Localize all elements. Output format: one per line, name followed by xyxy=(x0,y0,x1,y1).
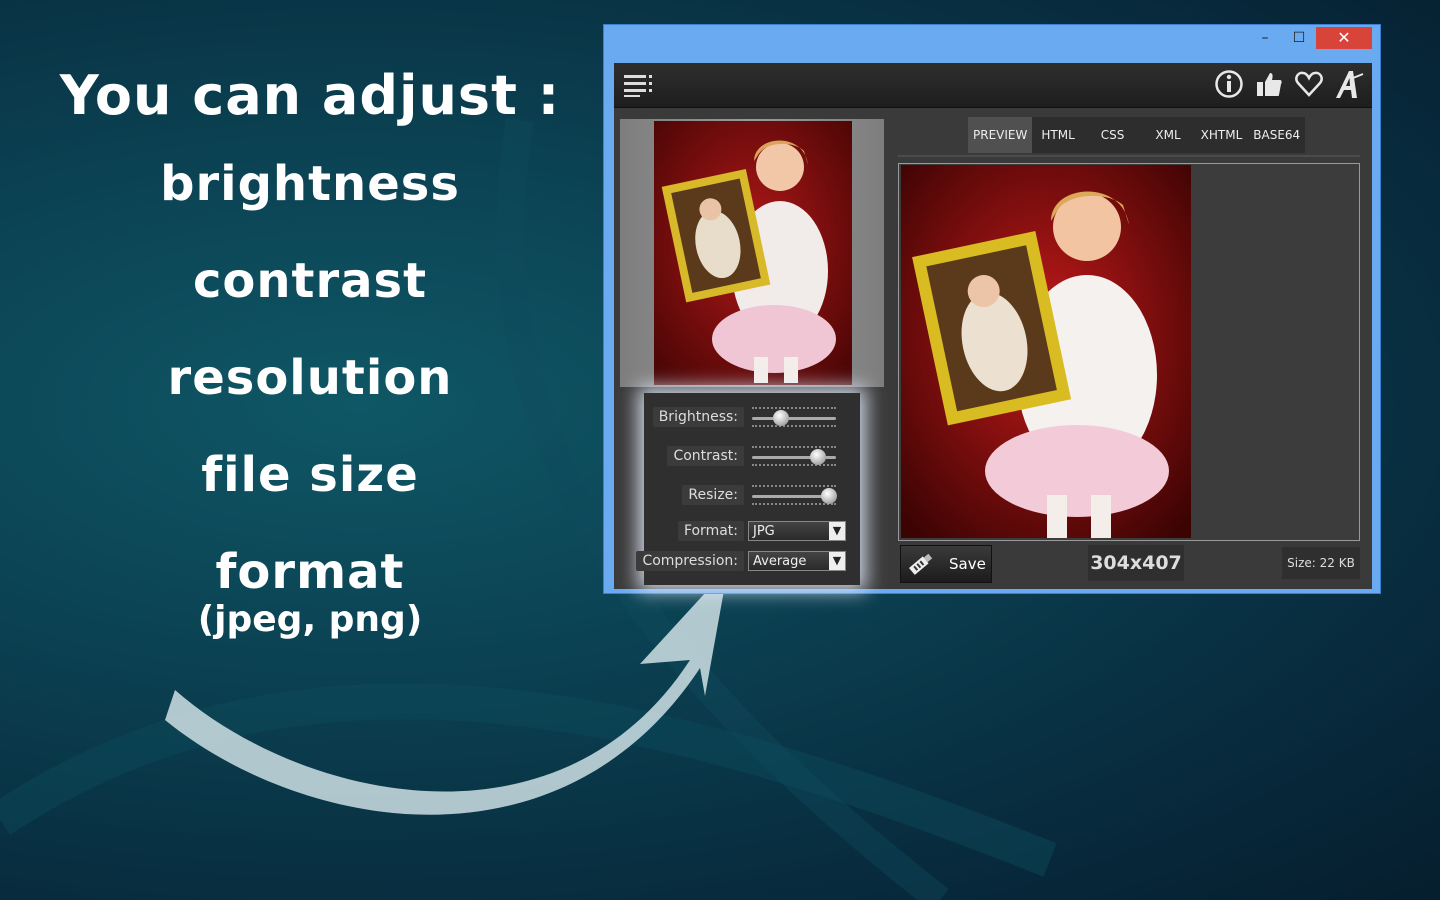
minimize-button[interactable]: – xyxy=(1252,27,1278,49)
compression-select[interactable]: Average ▼ xyxy=(748,551,846,571)
promo-text: You can adjust : brightness contrast res… xyxy=(40,60,580,638)
brightness-slider-knob[interactable] xyxy=(773,410,790,426)
tab-preview[interactable]: PREVIEW xyxy=(968,117,1033,153)
promo-item-resolution: resolution xyxy=(167,350,453,406)
menu-icon[interactable] xyxy=(622,71,654,99)
promo-item-format: format xyxy=(215,544,405,600)
title-bar: – ☐ ✕ xyxy=(604,25,1380,63)
tab-css[interactable]: CSS xyxy=(1086,117,1145,153)
contrast-row: Contrast: xyxy=(644,442,860,472)
chevron-down-icon[interactable]: ▼ xyxy=(829,552,845,570)
brightness-row: Brightness: xyxy=(644,403,860,433)
tab-xml[interactable]: XML xyxy=(1144,117,1194,153)
preview-pane xyxy=(898,163,1360,541)
chevron-down-icon[interactable]: ▼ xyxy=(829,522,845,540)
tab-xhtml[interactable]: XHTML xyxy=(1195,117,1249,153)
save-button[interactable]: Save xyxy=(900,545,992,583)
brightness-label: Brightness: xyxy=(652,407,744,427)
contrast-slider-knob[interactable] xyxy=(809,449,826,465)
tab-html[interactable]: HTML xyxy=(1032,117,1085,153)
format-row: Format: JPG ▼ xyxy=(644,517,860,547)
output-tabs: PREVIEW HTML CSS XML XHTML BASE64 xyxy=(968,117,1306,153)
compression-select-value: Average xyxy=(753,554,807,569)
format-select[interactable]: JPG ▼ xyxy=(748,521,846,541)
preview-image xyxy=(901,165,1191,538)
promo-item-contrast: contrast xyxy=(192,253,428,309)
contrast-slider[interactable] xyxy=(752,446,836,466)
maximize-button[interactable]: ☐ xyxy=(1286,27,1312,49)
close-button[interactable]: ✕ xyxy=(1316,27,1372,49)
toolbar-icons xyxy=(1212,67,1366,101)
info-icon[interactable] xyxy=(1212,67,1246,101)
brightness-slider[interactable] xyxy=(752,407,836,427)
promo-item-file-size: file size xyxy=(201,447,419,503)
source-thumbnail-image[interactable] xyxy=(654,121,852,385)
resize-slider-knob[interactable] xyxy=(821,488,838,504)
promo-item-brightness: brightness xyxy=(160,156,460,212)
app-toolbar xyxy=(614,63,1372,108)
resize-slider[interactable] xyxy=(752,485,838,505)
contrast-label: Contrast: xyxy=(667,446,744,466)
app-window: – ☐ ✕ Brightness: Contrast: Resize: Form… xyxy=(604,25,1380,593)
source-thumbnail-frame xyxy=(620,119,884,387)
app-client-area: Brightness: Contrast: Resize: Format: JP… xyxy=(614,63,1372,589)
format-label: Format: xyxy=(677,521,744,541)
resize-label: Resize: xyxy=(682,485,744,505)
image-dimensions: 304x407 xyxy=(1088,545,1184,581)
format-select-value: JPG xyxy=(753,524,775,539)
compression-label: Compression: xyxy=(636,551,744,571)
file-size-label: Size: 22 KB xyxy=(1282,547,1360,579)
font-icon[interactable] xyxy=(1332,67,1366,101)
tab-base64[interactable]: BASE64 xyxy=(1248,117,1305,153)
resize-row: Resize: xyxy=(644,481,860,511)
usb-drive-icon xyxy=(905,550,935,578)
promo-format-note: (jpeg, png) xyxy=(197,599,423,640)
heart-icon[interactable] xyxy=(1292,67,1326,101)
promo-heading: You can adjust : xyxy=(59,64,561,127)
save-button-label: Save xyxy=(949,555,986,573)
compression-row: Compression: Average ▼ xyxy=(636,547,860,577)
thumbs-up-icon[interactable] xyxy=(1252,67,1286,101)
adjustment-panel: Brightness: Contrast: Resize: Format: JP… xyxy=(636,393,860,585)
tabs-divider xyxy=(898,155,1360,157)
